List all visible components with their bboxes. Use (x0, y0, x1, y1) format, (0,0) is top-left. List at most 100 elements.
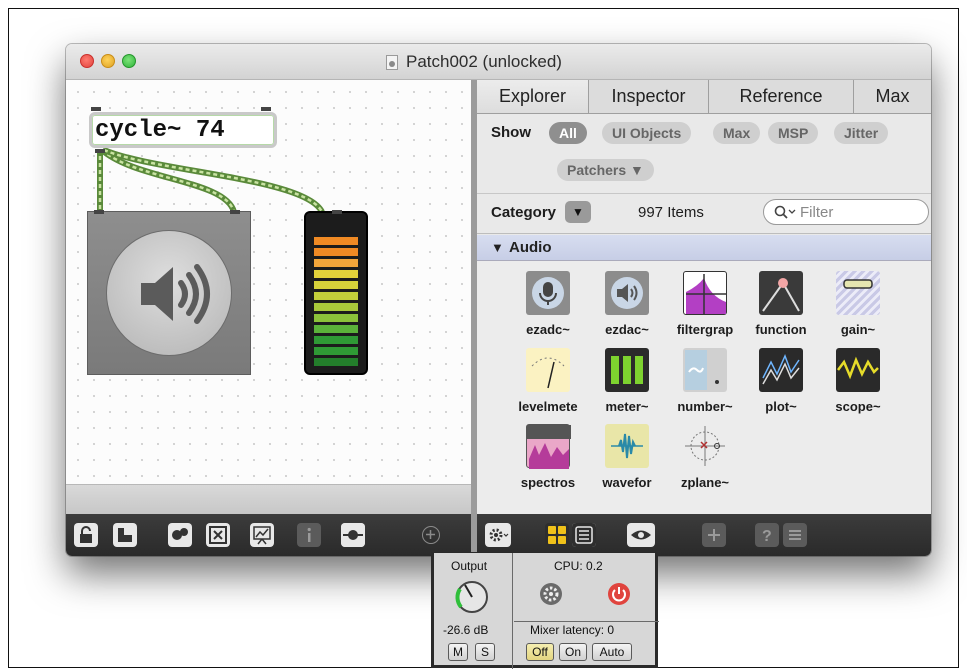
tab-explorer[interactable]: Explorer (477, 80, 589, 114)
mixer-latency-label: Mixer latency: (530, 623, 605, 637)
add-object-icon[interactable] (422, 526, 440, 544)
filter-patchers-pill[interactable]: Patchers ▼ (557, 159, 654, 181)
list-view-icon[interactable] (572, 523, 596, 547)
zoom-window-button[interactable] (122, 54, 136, 68)
debug-icon[interactable] (168, 523, 192, 547)
clear-icon[interactable] (206, 523, 230, 547)
cycle-object-box[interactable]: cycle~ 74 (89, 112, 277, 148)
mute-button[interactable]: M (448, 643, 468, 661)
close-window-button[interactable] (80, 54, 94, 68)
title-bar[interactable]: Patch002 (unlocked) (66, 44, 931, 80)
meter-segment (314, 314, 358, 322)
object-item-filtergraph[interactable]: filtergrap (662, 269, 744, 351)
mixer-auto-button[interactable]: Auto (592, 643, 632, 661)
info-icon[interactable] (297, 523, 321, 547)
svg-text:?: ? (762, 528, 772, 545)
filter-jitter-pill[interactable]: Jitter (834, 122, 889, 144)
ezdac-inlet-right[interactable] (230, 210, 240, 214)
meter-segment (314, 259, 358, 267)
spectroscope-icon (526, 424, 571, 469)
object-item-number[interactable]: number~ (662, 346, 744, 428)
audio-section-header[interactable]: ▼ Audio (477, 235, 931, 261)
section-title: Audio (509, 239, 552, 256)
object-item-spectroscope[interactable]: spectros (505, 422, 587, 504)
filter-max-pill[interactable]: Max (713, 122, 761, 144)
object-item-function[interactable]: function (738, 269, 820, 351)
object-item-plot[interactable]: plot~ (738, 346, 820, 428)
object-item-levelmeter[interactable]: levelmete (505, 346, 587, 428)
object-grid: ezadc~ ezdac~ filtergrap function gain~ … (477, 261, 931, 516)
object-item-label: filtergrap (676, 322, 734, 337)
grid-icon[interactable] (250, 523, 274, 547)
lock-icon[interactable] (74, 523, 98, 547)
object-item-label: number~ (677, 399, 733, 414)
solo-button[interactable]: S (475, 643, 495, 661)
object-item-label: function (755, 322, 807, 337)
mixer-off-button[interactable]: Off (526, 643, 554, 661)
category-row: Category ▼ 997 Items Filter (477, 194, 931, 234)
filter-search-field[interactable]: Filter (763, 199, 929, 225)
object-inlet[interactable] (91, 107, 101, 111)
output-volume-dial[interactable] (452, 577, 492, 617)
object-item-ezdac[interactable]: ezdac~ (584, 269, 666, 351)
eye-icon[interactable] (627, 523, 655, 547)
object-item-ezadc[interactable]: ezadc~ (505, 269, 587, 351)
meter-segment (314, 292, 358, 300)
tab-reference[interactable]: Reference (709, 80, 854, 114)
filter-ui-objects-pill[interactable]: UI Objects (602, 122, 692, 144)
presentation-mode-icon[interactable] (113, 523, 137, 547)
object-item-label: zplane~ (680, 475, 730, 490)
level-meter-object[interactable] (304, 210, 368, 375)
tab-max[interactable]: Max (854, 80, 931, 114)
category-label: Category (491, 204, 557, 221)
zplane-icon (683, 424, 727, 468)
meter-inlet[interactable] (332, 210, 342, 214)
object-item-label: spectros (520, 475, 576, 490)
patcher-empty-strip (66, 484, 471, 514)
filter-all-pill[interactable]: All (549, 122, 587, 144)
add-icon[interactable] (702, 523, 726, 547)
object-item-zplane[interactable]: zplane~ (662, 422, 744, 504)
object-item-gain[interactable]: gain~ (815, 269, 897, 351)
patch-cord-icon[interactable] (341, 523, 365, 547)
object-item-meter[interactable]: meter~ (584, 346, 666, 428)
help-icon[interactable]: ? (755, 523, 779, 547)
ezdac-inlet-left[interactable] (94, 210, 104, 214)
ezdac-speaker-object[interactable] (87, 210, 251, 375)
object-item-label: scope~ (835, 399, 881, 414)
object-item-label: ezadc~ (526, 322, 570, 337)
object-item-waveform[interactable]: wavefor (584, 422, 666, 504)
meter-segment (314, 303, 358, 311)
speaker-icon (106, 230, 232, 356)
patcher-canvas[interactable]: cycle~ 74 (66, 80, 471, 484)
items-count: 997 Items (638, 204, 704, 221)
settings-gear-icon[interactable] (485, 523, 511, 547)
object-inlet[interactable] (261, 107, 271, 111)
mixer-on-button[interactable]: On (559, 643, 587, 661)
menu-icon[interactable] (783, 523, 807, 547)
filter-msp-pill[interactable]: MSP (768, 122, 819, 144)
meter-segment (314, 358, 358, 366)
object-outlet[interactable] (95, 149, 105, 153)
panel-divider (514, 621, 659, 622)
icon-view-icon[interactable] (545, 523, 569, 547)
show-filter-row: Show All UI Objects Max MSP Jitter Patch… (477, 114, 931, 194)
cpu-readout: CPU: 0.2 (554, 559, 603, 573)
output-level: -26.6 dB (443, 623, 489, 637)
minimize-window-button[interactable] (101, 54, 115, 68)
dsp-power-icon[interactable] (606, 581, 632, 607)
meter-segment (314, 347, 358, 355)
show-label: Show (491, 124, 531, 141)
category-dropdown[interactable]: ▼ (565, 201, 591, 223)
tab-inspector[interactable]: Inspector (589, 80, 709, 114)
cpu-label: CPU: (554, 559, 583, 573)
document-proxy-icon[interactable] (386, 54, 398, 70)
object-item-label: levelmete (518, 399, 578, 414)
patch-cord-meter (102, 147, 325, 214)
audio-settings-gear-icon[interactable] (538, 581, 564, 607)
panel-divider (512, 553, 513, 669)
disclosure-triangle-icon[interactable]: ▼ (491, 240, 504, 255)
microphone-icon (526, 271, 570, 315)
speaker-icon (605, 271, 649, 315)
object-item-scope[interactable]: scope~ (815, 346, 897, 428)
